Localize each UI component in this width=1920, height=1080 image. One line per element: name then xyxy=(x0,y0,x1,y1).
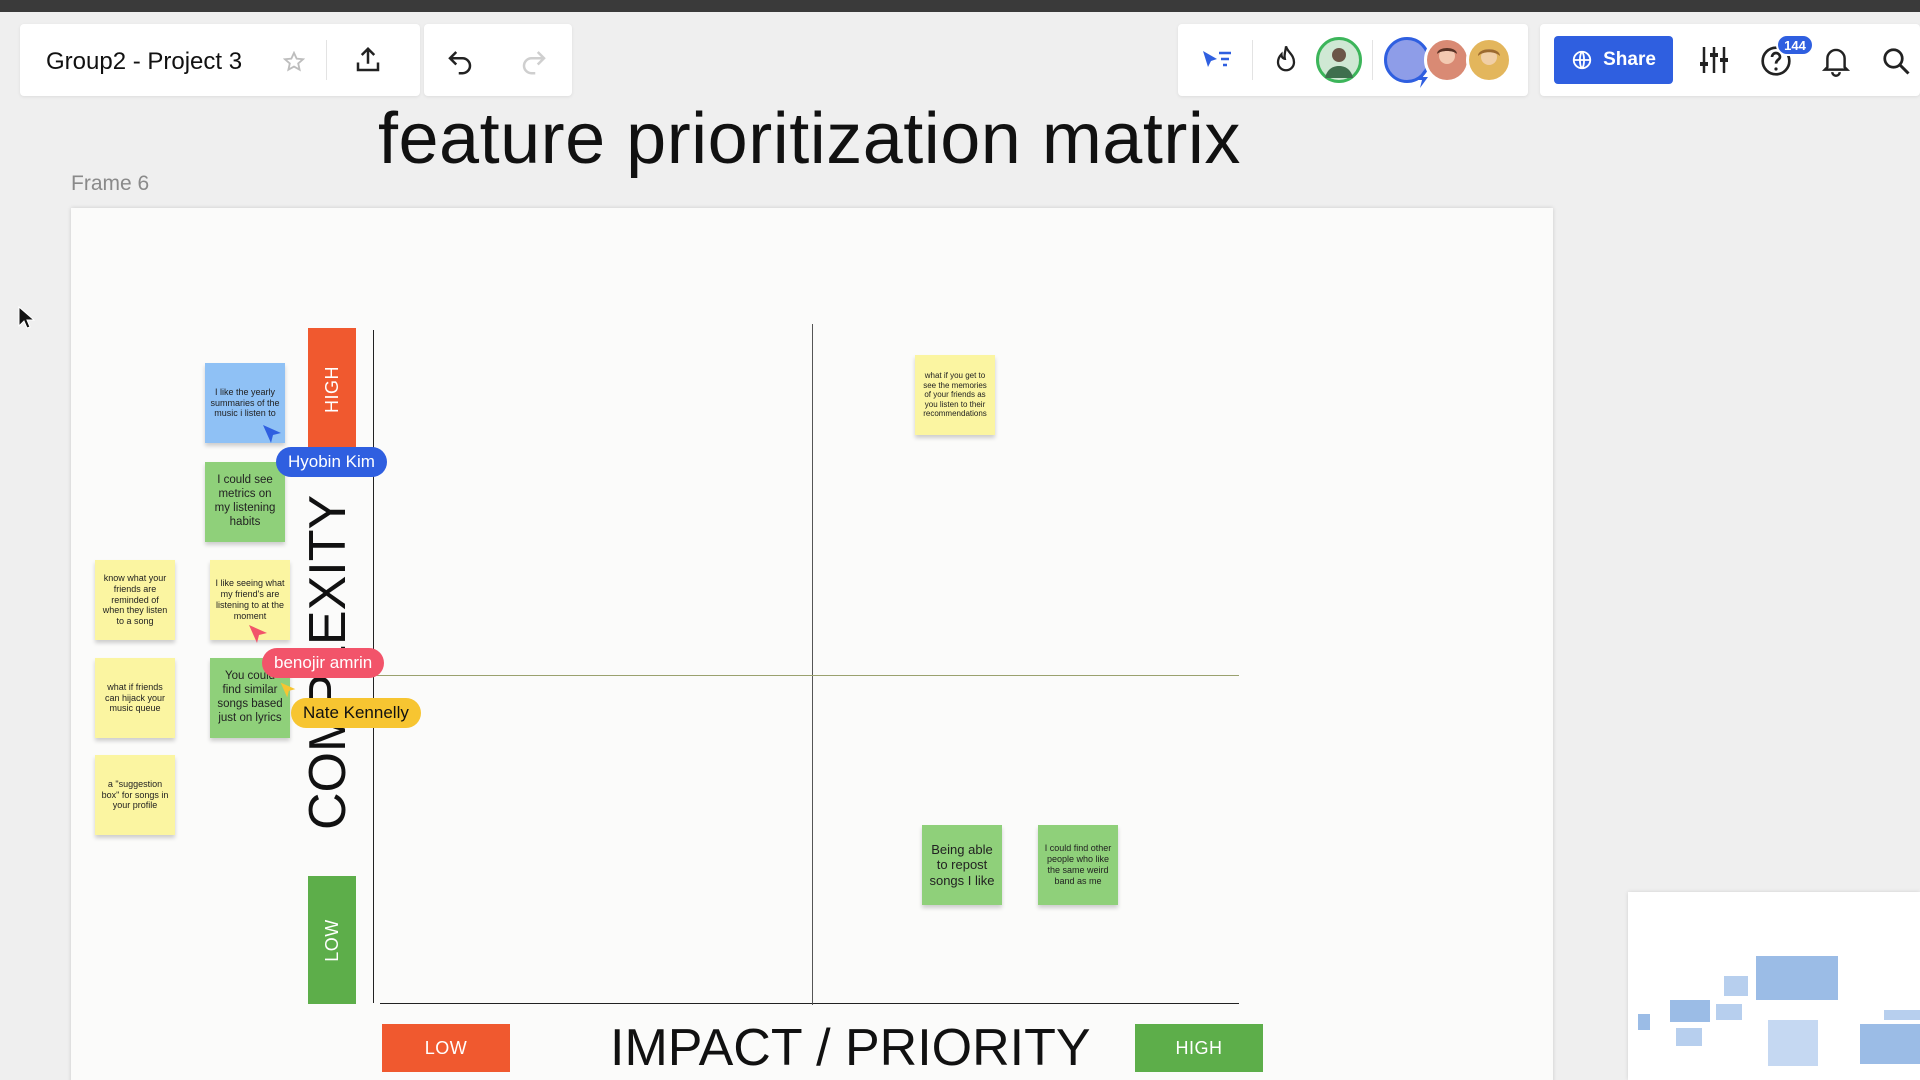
bell-icon[interactable] xyxy=(1818,43,1854,79)
sticky-note[interactable]: a "suggestion box" for songs in your pro… xyxy=(95,755,175,835)
x-low-tag[interactable]: LOW xyxy=(382,1024,510,1072)
globe-icon xyxy=(1571,49,1593,71)
sticky-note[interactable]: I could find other people who like the s… xyxy=(1038,825,1118,905)
avatar[interactable] xyxy=(1424,37,1470,83)
toolbar-divider xyxy=(326,40,327,80)
x-high-tag[interactable]: HIGH xyxy=(1135,1024,1263,1072)
y-high-tag[interactable]: HIGH xyxy=(308,328,356,450)
collaborator-cursor-label: Hyobin Kim xyxy=(276,447,387,477)
notification-count-badge: 144 xyxy=(1776,34,1814,56)
redo-icon[interactable] xyxy=(516,44,552,80)
collaborator-cursor-icon xyxy=(278,680,298,700)
sticky-note[interactable]: I could see metrics on my listening habi… xyxy=(205,462,285,542)
minimap-preview-icon xyxy=(1638,956,1920,1066)
board-name[interactable]: Group2 - Project 3 xyxy=(46,48,242,76)
y-low-tag[interactable]: LOW xyxy=(308,876,356,1004)
avatar[interactable] xyxy=(1466,37,1512,83)
x-axis-line xyxy=(380,1003,1239,1004)
sticky-note[interactable]: what if you get to see the memories of y… xyxy=(915,355,995,435)
mouse-cursor-icon xyxy=(16,304,36,332)
select-cursor-icon[interactable] xyxy=(1196,42,1236,78)
star-icon[interactable] xyxy=(280,48,308,76)
toolbar-divider xyxy=(1372,40,1373,80)
undo-icon[interactable] xyxy=(442,44,478,80)
sticky-note[interactable]: Being able to repost songs I like xyxy=(922,825,1002,905)
sliders-icon[interactable] xyxy=(1696,42,1732,78)
minimap[interactable] xyxy=(1628,892,1920,1080)
sticky-note[interactable]: what if friends can hijack your music qu… xyxy=(95,658,175,738)
collaborator-cursor-label: benojir amrin xyxy=(262,648,385,678)
search-icon[interactable] xyxy=(1878,43,1914,79)
collaborator-cursor-label: Nate Kennelly xyxy=(291,698,421,728)
share-button[interactable]: Share xyxy=(1554,36,1673,84)
window-top-strip xyxy=(0,0,1920,12)
share-label: Share xyxy=(1603,49,1656,70)
vertical-divider-line xyxy=(812,324,813,1005)
export-icon[interactable] xyxy=(350,42,386,78)
toolbar-divider xyxy=(1252,40,1253,80)
frame-label[interactable]: Frame 6 xyxy=(71,172,149,196)
sticky-note[interactable]: know what your friends are reminded of w… xyxy=(95,560,175,640)
horizontal-divider-line xyxy=(373,675,1239,676)
fire-icon[interactable] xyxy=(1268,42,1304,78)
x-axis-title[interactable]: IMPACT / PRIORITY xyxy=(610,1018,1091,1078)
collaborator-cursor-icon xyxy=(246,622,270,646)
avatar[interactable] xyxy=(1316,37,1362,83)
canvas-title[interactable]: feature prioritization matrix xyxy=(378,98,1241,180)
collaborator-cursor-icon xyxy=(260,422,284,446)
